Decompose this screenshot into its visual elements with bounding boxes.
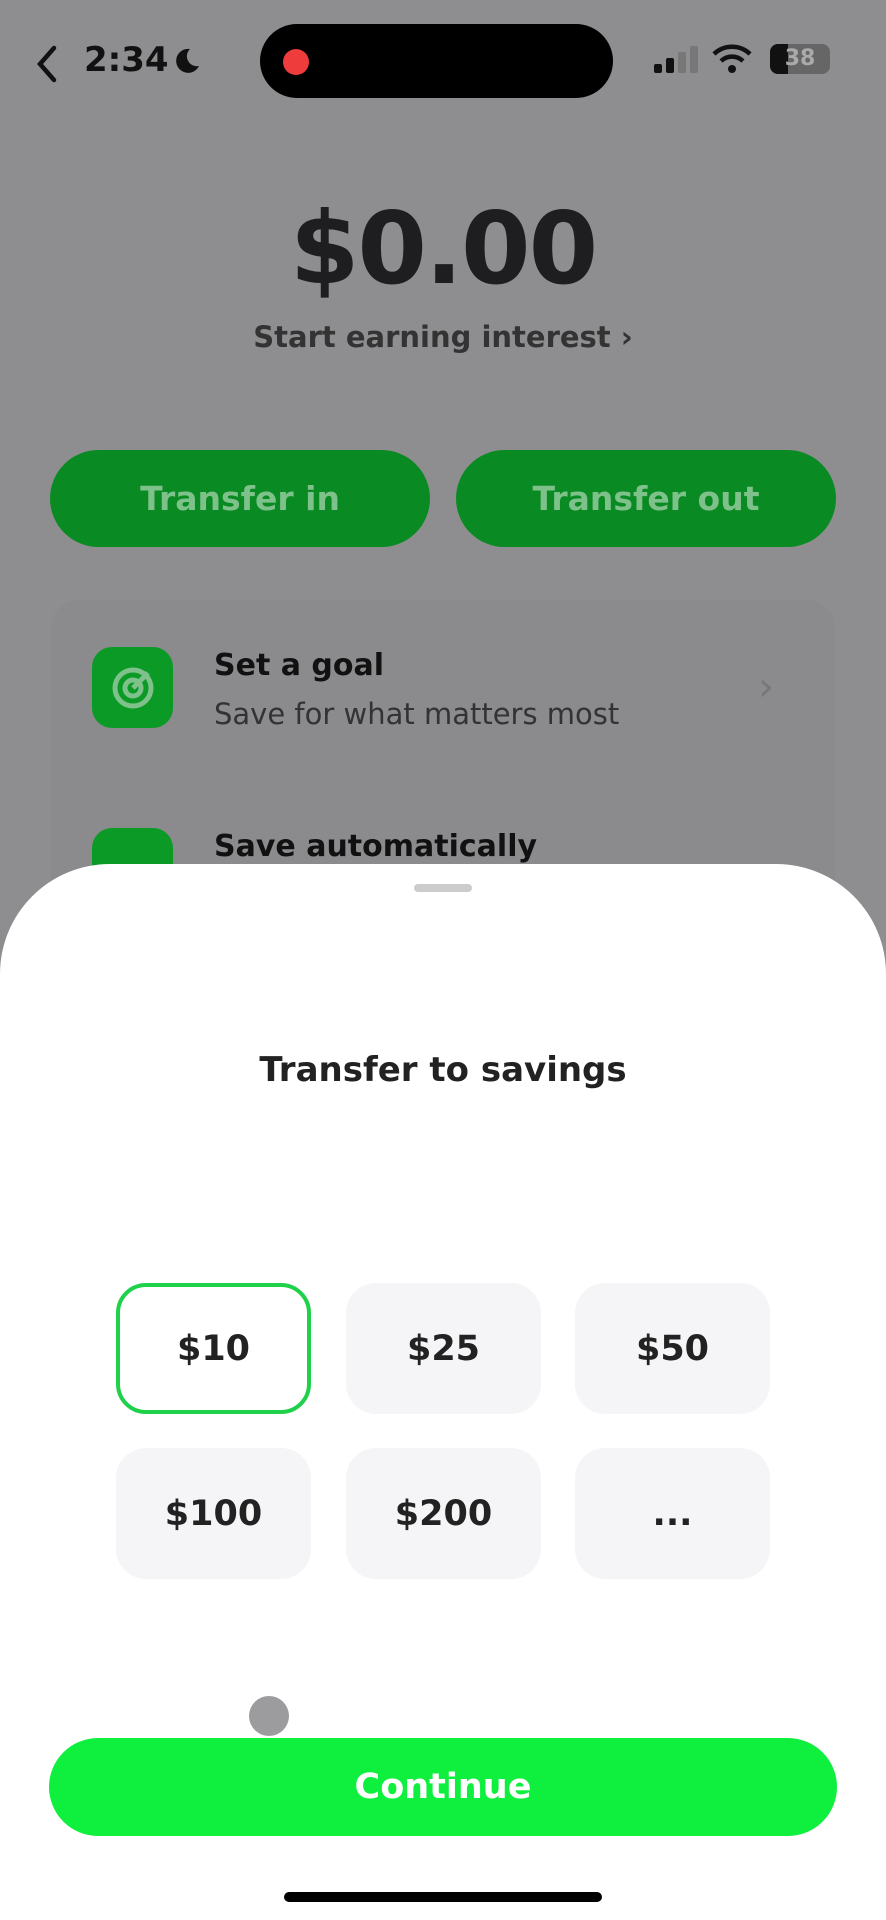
continue-button[interactable]: Continue xyxy=(49,1738,837,1836)
chevron-right-icon: › xyxy=(758,664,774,710)
recording-indicator xyxy=(283,49,309,75)
amount-option-100[interactable]: $100 xyxy=(116,1448,311,1579)
amount-option-200[interactable]: $200 xyxy=(346,1448,541,1579)
battery-level: 38 xyxy=(784,46,816,71)
transfer-in-button[interactable]: Transfer in xyxy=(50,450,430,547)
target-icon xyxy=(92,647,173,728)
balance-amount: $0.00 xyxy=(289,190,598,307)
dynamic-island xyxy=(260,24,613,98)
status-time: 2:34 xyxy=(84,40,169,80)
amount-option-custom[interactable]: ... xyxy=(575,1448,770,1579)
sheet-title: Transfer to savings xyxy=(259,1050,627,1090)
wifi-icon xyxy=(712,44,752,73)
chevron-right-icon: › xyxy=(620,320,633,354)
list-item-title: Save automatically xyxy=(214,829,538,864)
list-item-title: Set a goal xyxy=(214,648,385,683)
home-indicator[interactable] xyxy=(284,1892,602,1902)
touch-indicator xyxy=(249,1696,289,1736)
start-earning-interest-link[interactable]: Start earning interest › xyxy=(0,320,886,354)
signal-icon xyxy=(654,46,698,73)
amount-option-10[interactable]: $10 xyxy=(116,1283,311,1414)
transfer-out-button[interactable]: Transfer out xyxy=(456,450,836,547)
interest-link-label: Start earning interest xyxy=(253,320,611,354)
moon-icon xyxy=(176,48,199,73)
back-chevron-icon xyxy=(37,45,57,83)
battery-icon: 38 xyxy=(770,44,830,74)
amount-option-50[interactable]: $50 xyxy=(575,1283,770,1414)
back-button[interactable] xyxy=(30,44,64,84)
sheet-drag-handle[interactable] xyxy=(414,884,472,892)
amount-option-25[interactable]: $25 xyxy=(346,1283,541,1414)
list-item-subtitle: Save for what matters most xyxy=(214,697,620,731)
